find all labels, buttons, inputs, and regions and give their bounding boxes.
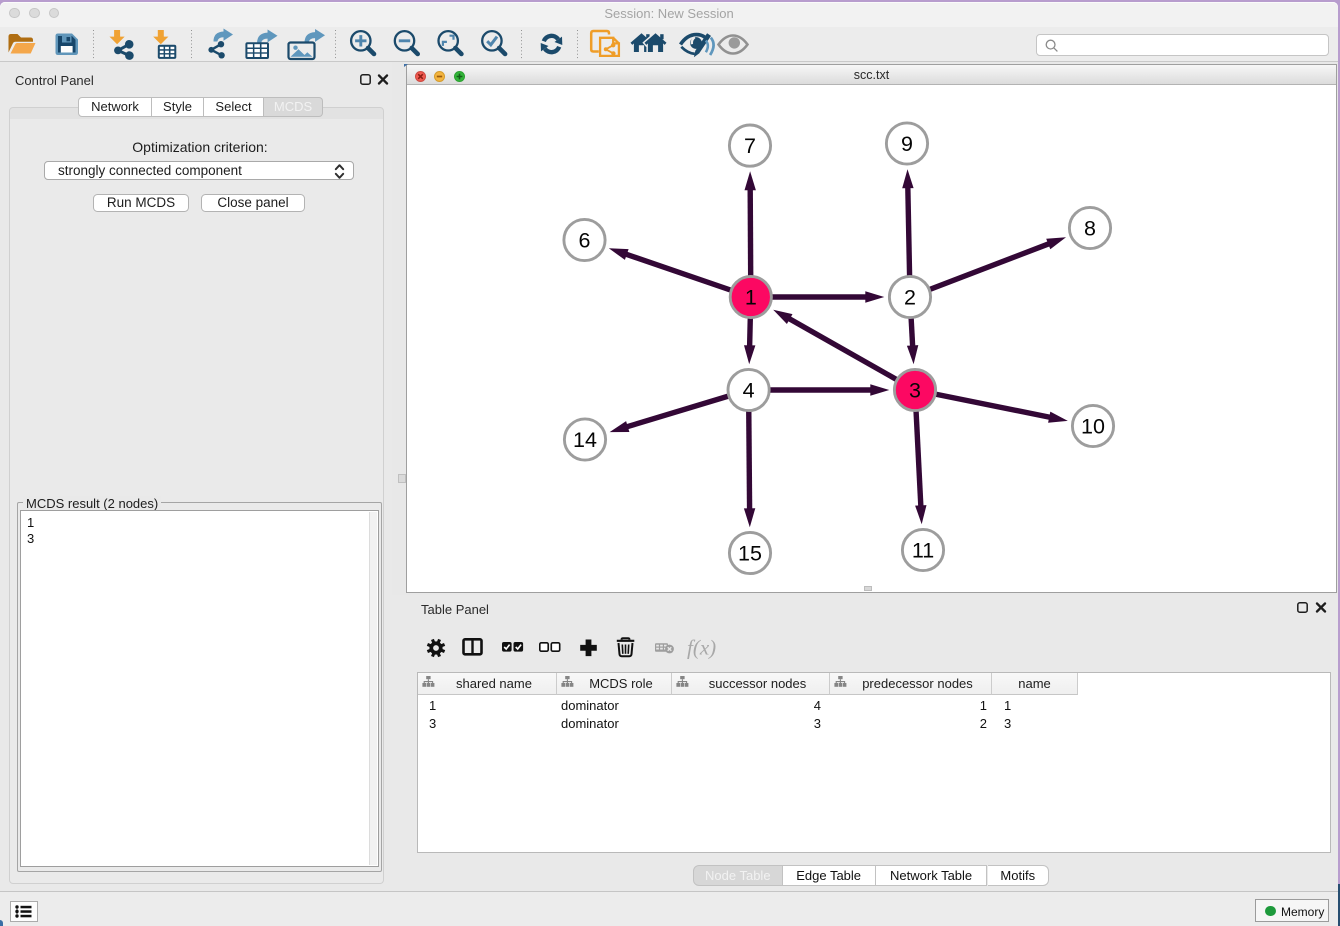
svg-text:4: 4: [743, 379, 755, 403]
svg-text:3: 3: [909, 379, 921, 403]
svg-text:7: 7: [744, 134, 756, 158]
svg-text:14: 14: [573, 428, 597, 452]
svg-text:9: 9: [901, 132, 913, 156]
svg-text:11: 11: [912, 539, 934, 563]
svg-text:15: 15: [738, 542, 762, 566]
svg-text:8: 8: [1084, 217, 1096, 241]
svg-text:6: 6: [579, 229, 591, 253]
svg-text:2: 2: [904, 286, 916, 310]
svg-text:10: 10: [1081, 415, 1105, 439]
svg-text:1: 1: [745, 286, 757, 310]
svg-text:f(x): f(x): [687, 636, 716, 660]
